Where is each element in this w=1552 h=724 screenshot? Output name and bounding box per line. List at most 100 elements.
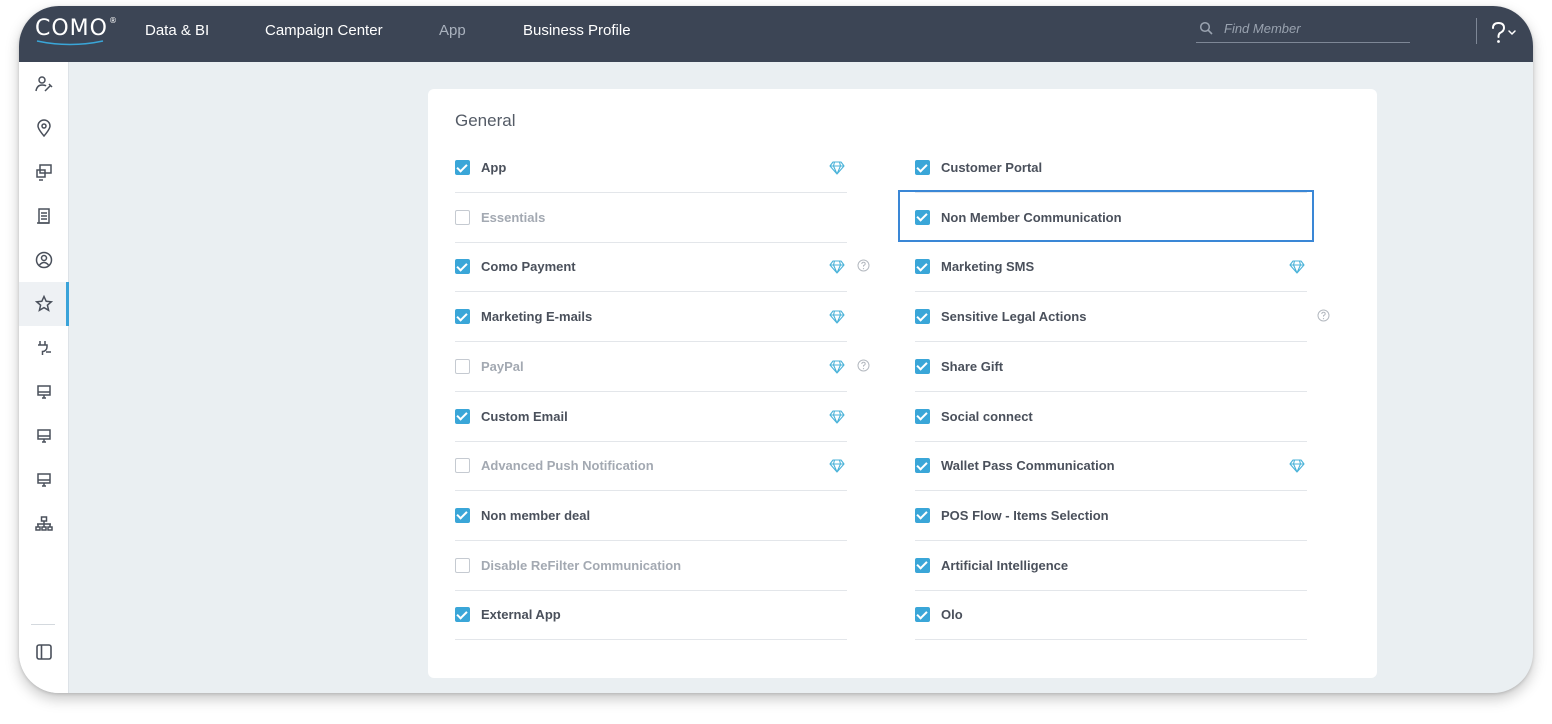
plug-icon (37, 341, 51, 355)
receipt-icon (36, 208, 50, 224)
feature-checkbox[interactable] (455, 209, 470, 225)
sidebar-item-hierarchy[interactable] (19, 502, 68, 546)
feature-checkbox[interactable] (455, 160, 470, 175)
nav-campaign-center[interactable]: Campaign Center (265, 22, 383, 39)
feature-label: Non Member Communication (941, 209, 1122, 225)
feature-label: POS Flow - Items Selection (941, 507, 1109, 523)
app-window: COMO® Data & BI Campaign Center App Busi… (19, 6, 1533, 693)
sidebar-item-users[interactable] (19, 238, 68, 282)
find-member-input[interactable] (1222, 20, 1406, 37)
premium-diamond-icon (829, 360, 845, 379)
feature-label: Custom Email (481, 408, 568, 424)
feature-row-share-gift[interactable]: Share Gift (915, 342, 1307, 392)
feature-checkbox[interactable] (455, 408, 470, 424)
feature-checkbox[interactable] (915, 458, 930, 474)
logo-registered-mark: ® (108, 16, 118, 25)
feature-checkbox[interactable] (455, 507, 470, 523)
feature-label: Marketing SMS (941, 259, 1035, 275)
premium-diamond-icon (829, 260, 845, 279)
sidebar-item-integrations[interactable] (19, 326, 68, 370)
help-circle-icon[interactable] (857, 359, 870, 377)
feature-row-social-connect[interactable]: Social connect (915, 392, 1307, 442)
find-member-search (1196, 18, 1410, 43)
premium-diamond-icon (1289, 459, 1305, 478)
feature-row-custom-email[interactable]: Custom Email (455, 392, 847, 442)
como-logo[interactable]: COMO® (35, 16, 118, 41)
feature-checkbox[interactable] (455, 458, 470, 474)
feature-checkbox[interactable] (915, 607, 930, 623)
star-settings-icon (34, 294, 53, 312)
feature-checkbox[interactable] (915, 209, 930, 225)
feature-row-app[interactable]: App (455, 143, 847, 193)
panel-toggle-icon (35, 644, 52, 660)
feature-checkbox[interactable] (455, 358, 470, 374)
feature-row-advanced-push-notification[interactable]: Advanced Push Notification (455, 441, 847, 492)
feature-checkbox[interactable] (455, 607, 470, 623)
sidebar-item-pos-1[interactable] (19, 370, 68, 414)
monitor-icon (36, 473, 51, 487)
location-pin-icon (36, 119, 51, 138)
feature-label: Marketing E-mails (481, 309, 593, 325)
header-divider (1476, 18, 1477, 44)
feature-checkbox[interactable] (915, 309, 930, 325)
feature-label: Como Payment (481, 259, 576, 275)
sidebar-item-locations[interactable] (19, 106, 68, 150)
sidebar-collapse-toggle[interactable] (19, 630, 68, 674)
premium-diamond-icon (829, 459, 845, 478)
feature-label: Share Gift (941, 358, 1004, 374)
sidebar-item-receipts[interactable] (19, 194, 68, 238)
feature-row-olo[interactable]: Olo (915, 590, 1307, 641)
top-navigation-bar: COMO® Data & BI Campaign Center App Busi… (19, 6, 1533, 62)
feature-row-paypal[interactable]: PayPal (455, 342, 870, 392)
feature-label: Social connect (941, 408, 1033, 424)
feature-row-como-payment[interactable]: Como Payment (455, 242, 870, 293)
feature-checkbox[interactable] (455, 259, 470, 275)
feature-row-pos-flow-items-selection[interactable]: POS Flow - Items Selection (915, 491, 1307, 541)
nav-data-bi[interactable]: Data & BI (145, 22, 209, 39)
monitor-icon (36, 385, 51, 399)
feature-row-customer-portal[interactable]: Customer Portal (915, 143, 1307, 193)
sidebar-item-members[interactable] (19, 62, 68, 106)
hierarchy-icon (34, 516, 53, 531)
feature-row-non-member-communication[interactable]: Non Member Communication (915, 193, 1307, 243)
nav-business-profile[interactable]: Business Profile (523, 22, 631, 39)
feature-row-wallet-pass-communication[interactable]: Wallet Pass Communication (915, 441, 1307, 492)
sidebar-item-screens[interactable] (19, 150, 68, 194)
feature-label: Advanced Push Notification (481, 458, 654, 474)
feature-checkbox[interactable] (915, 358, 930, 374)
help-circle-icon[interactable] (857, 259, 870, 277)
feature-checkbox[interactable] (915, 160, 930, 175)
feature-checkbox[interactable] (455, 557, 470, 573)
feature-row-disable-refilter-communication[interactable]: Disable ReFilter Communication (455, 541, 847, 591)
section-title: General (455, 111, 516, 130)
feature-checkbox[interactable] (915, 408, 930, 424)
sidebar-item-settings[interactable] (19, 282, 69, 326)
user-circle-icon (35, 251, 52, 269)
feature-label: Customer Portal (941, 160, 1043, 175)
help-menu[interactable] (1489, 20, 1519, 46)
feature-row-marketing-sms[interactable]: Marketing SMS (915, 242, 1307, 293)
feature-row-marketing-e-mails[interactable]: Marketing E-mails (455, 292, 847, 343)
nav-app[interactable]: App (439, 22, 466, 39)
question-icon (1492, 21, 1516, 43)
left-sidebar (19, 62, 69, 693)
feature-label: Sensitive Legal Actions (941, 309, 1087, 325)
feature-checkbox[interactable] (915, 507, 930, 523)
feature-checkbox[interactable] (455, 309, 470, 325)
feature-row-artificial-intelligence[interactable]: Artificial Intelligence (915, 541, 1307, 591)
feature-checkbox[interactable] (915, 557, 930, 573)
feature-row-sensitive-legal-actions[interactable]: Sensitive Legal Actions (915, 292, 1330, 343)
help-circle-icon[interactable] (1317, 309, 1330, 327)
feature-checkbox[interactable] (915, 259, 930, 275)
premium-diamond-icon (829, 409, 845, 429)
feature-label: Essentials (481, 209, 546, 225)
sidebar-item-pos-2[interactable] (19, 414, 68, 458)
feature-row-non-member-deal[interactable]: Non member deal (455, 491, 847, 541)
sidebar-item-pos-3[interactable] (19, 458, 68, 502)
feature-label: Disable ReFilter Communication (481, 557, 682, 573)
feature-row-essentials[interactable]: Essentials (455, 193, 847, 243)
feature-row-external-app[interactable]: External App (455, 590, 847, 641)
feature-label: Artificial Intelligence (941, 557, 1069, 573)
feature-label: Non member deal (481, 507, 591, 523)
logo-swoosh-icon (36, 40, 104, 46)
